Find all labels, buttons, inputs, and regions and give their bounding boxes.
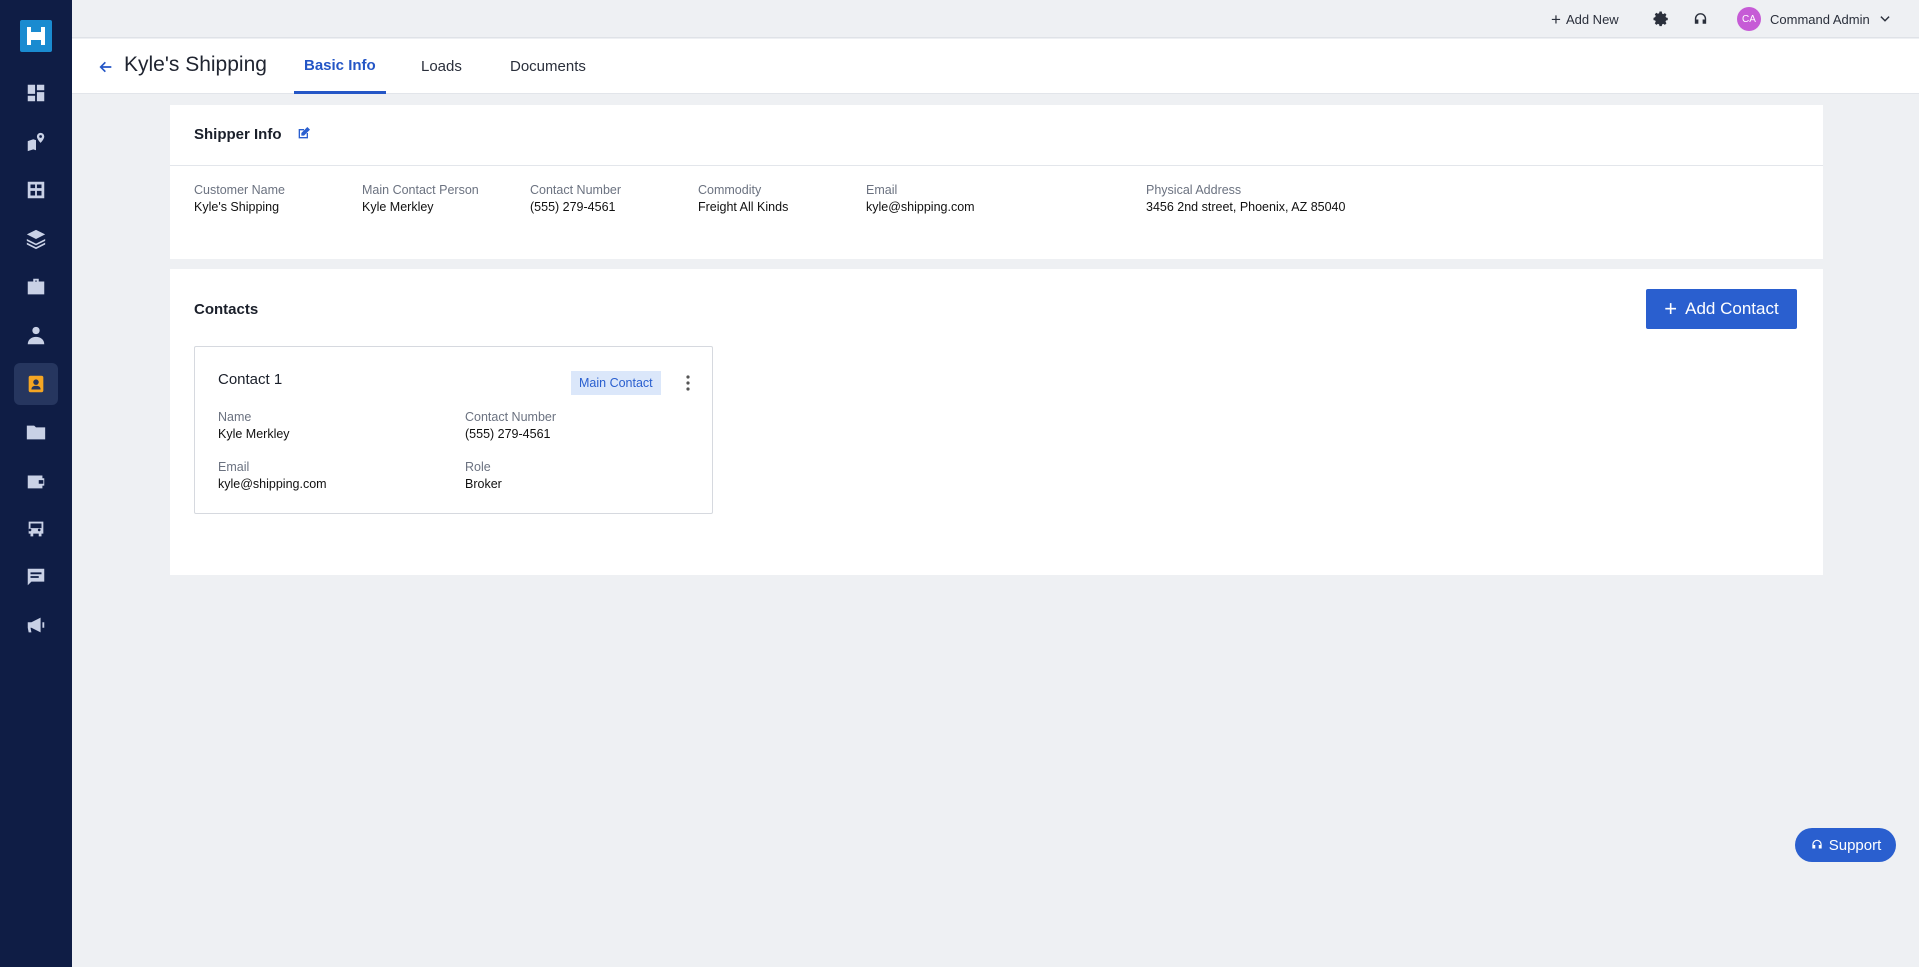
page-title: Kyle's Shipping [124, 53, 267, 76]
support-button[interactable]: Support [1795, 828, 1896, 862]
edit-icon [298, 127, 310, 139]
contact-email-label: Email [218, 460, 250, 474]
nav-announcements[interactable] [14, 604, 58, 646]
nav-messages[interactable] [14, 556, 58, 598]
tab-loads[interactable]: Loads [411, 39, 472, 94]
wallet-icon [27, 475, 45, 489]
grid-board-icon [27, 181, 45, 199]
app-logo[interactable] [20, 20, 52, 52]
nav-fleet[interactable] [14, 508, 58, 550]
headset-icon [1812, 839, 1822, 849]
add-new-label: Add New [1565, 11, 1619, 27]
address-label: Physical Address [1146, 183, 1242, 197]
avatar: CA [1737, 7, 1761, 31]
main-contact-label: Main Contact Person [362, 183, 479, 197]
user-name: Command Admin [1770, 11, 1870, 27]
nav-jobs[interactable] [14, 266, 58, 308]
contact-number-label: Contact Number [465, 410, 557, 424]
nav-layers[interactable] [14, 218, 58, 260]
arrow-left-icon [99, 61, 112, 73]
nav-tracking[interactable] [14, 121, 58, 163]
nav-billing[interactable] [14, 460, 58, 502]
tab-basic-info[interactable]: Basic Info [294, 39, 386, 94]
contact-name-label: Name [218, 410, 252, 424]
contact-email-value: kyle@shipping.com [218, 477, 327, 491]
nav-dashboard[interactable] [14, 72, 58, 114]
megaphone-icon [27, 617, 45, 633]
layers-icon [26, 229, 46, 250]
contact-number-label: Contact Number [530, 183, 622, 197]
customer-name-label: Customer Name [194, 183, 285, 197]
email-value: kyle@shipping.com [866, 200, 975, 214]
help-button[interactable] [1692, 0, 1709, 38]
contact-title: Contact 1 [218, 371, 283, 388]
user-menu[interactable]: CA Command Admin [1737, 0, 1892, 38]
edit-shipper-button[interactable] [296, 125, 312, 146]
contact-role-label: Role [465, 460, 491, 474]
contact-card: Contact 1 Main Contact Name Kyle Merkley… [194, 346, 713, 514]
headset-icon [1694, 12, 1707, 24]
contact-number-value: (555) 279-4561 [530, 200, 616, 214]
logo-icon [27, 27, 45, 45]
nav-dispatch[interactable] [14, 169, 58, 211]
email-label: Email [866, 183, 898, 197]
briefcase-icon [27, 278, 45, 295]
main-contact-value: Kyle Merkley [362, 200, 434, 214]
sidebar [0, 0, 72, 967]
dashboard-icon [27, 84, 45, 102]
nav-customers[interactable] [14, 363, 58, 405]
person-icon [27, 326, 45, 345]
add-contact-label: Add Contact [1685, 299, 1779, 318]
gear-icon [1653, 11, 1668, 27]
settings-button[interactable] [1652, 0, 1670, 38]
page-header: Kyle's Shipping Basic Info Loads Documen… [72, 39, 1919, 94]
nav-drivers[interactable] [14, 315, 58, 357]
contact-book-icon [28, 375, 44, 393]
top-bar: + Add New CA Command Admin [72, 0, 1919, 38]
nav-documents[interactable] [14, 411, 58, 453]
truck-icon [28, 521, 44, 537]
support-label: Support [1828, 836, 1882, 854]
contact-number-value: (555) 279-4561 [465, 427, 551, 441]
commodity-label: Commodity [698, 183, 762, 197]
folder-icon [26, 425, 46, 440]
contacts-title: Contacts [194, 301, 259, 318]
add-contact-button[interactable]: + Add Contact [1646, 289, 1797, 329]
plus-icon: + [1664, 296, 1678, 321]
shipper-info-card: Shipper Info Customer Name Kyle's Shippi… [170, 105, 1823, 259]
chevron-down-icon [1880, 16, 1890, 22]
customer-name-value: Kyle's Shipping [194, 200, 280, 214]
shipper-info-title: Shipper Info [194, 126, 282, 143]
tab-documents[interactable]: Documents [500, 39, 596, 94]
main-contact-badge: Main Contact [571, 371, 661, 395]
message-icon [27, 568, 45, 586]
map-pin-icon [27, 132, 45, 152]
back-button[interactable] [96, 57, 116, 77]
more-vertical-icon [686, 375, 690, 391]
divider [170, 165, 1823, 166]
address-value: 3456 2nd street, Phoenix, AZ 85040 [1146, 200, 1346, 214]
add-new-button[interactable]: + Add New [1551, 0, 1619, 38]
contact-role-value: Broker [465, 477, 502, 491]
contacts-card: Contacts + Add Contact Contact 1 Main Co… [170, 269, 1823, 575]
plus-icon: + [1551, 9, 1561, 29]
commodity-value: Freight All Kinds [698, 200, 789, 214]
contact-menu-button[interactable] [679, 371, 697, 395]
contact-name-value: Kyle Merkley [218, 427, 290, 441]
